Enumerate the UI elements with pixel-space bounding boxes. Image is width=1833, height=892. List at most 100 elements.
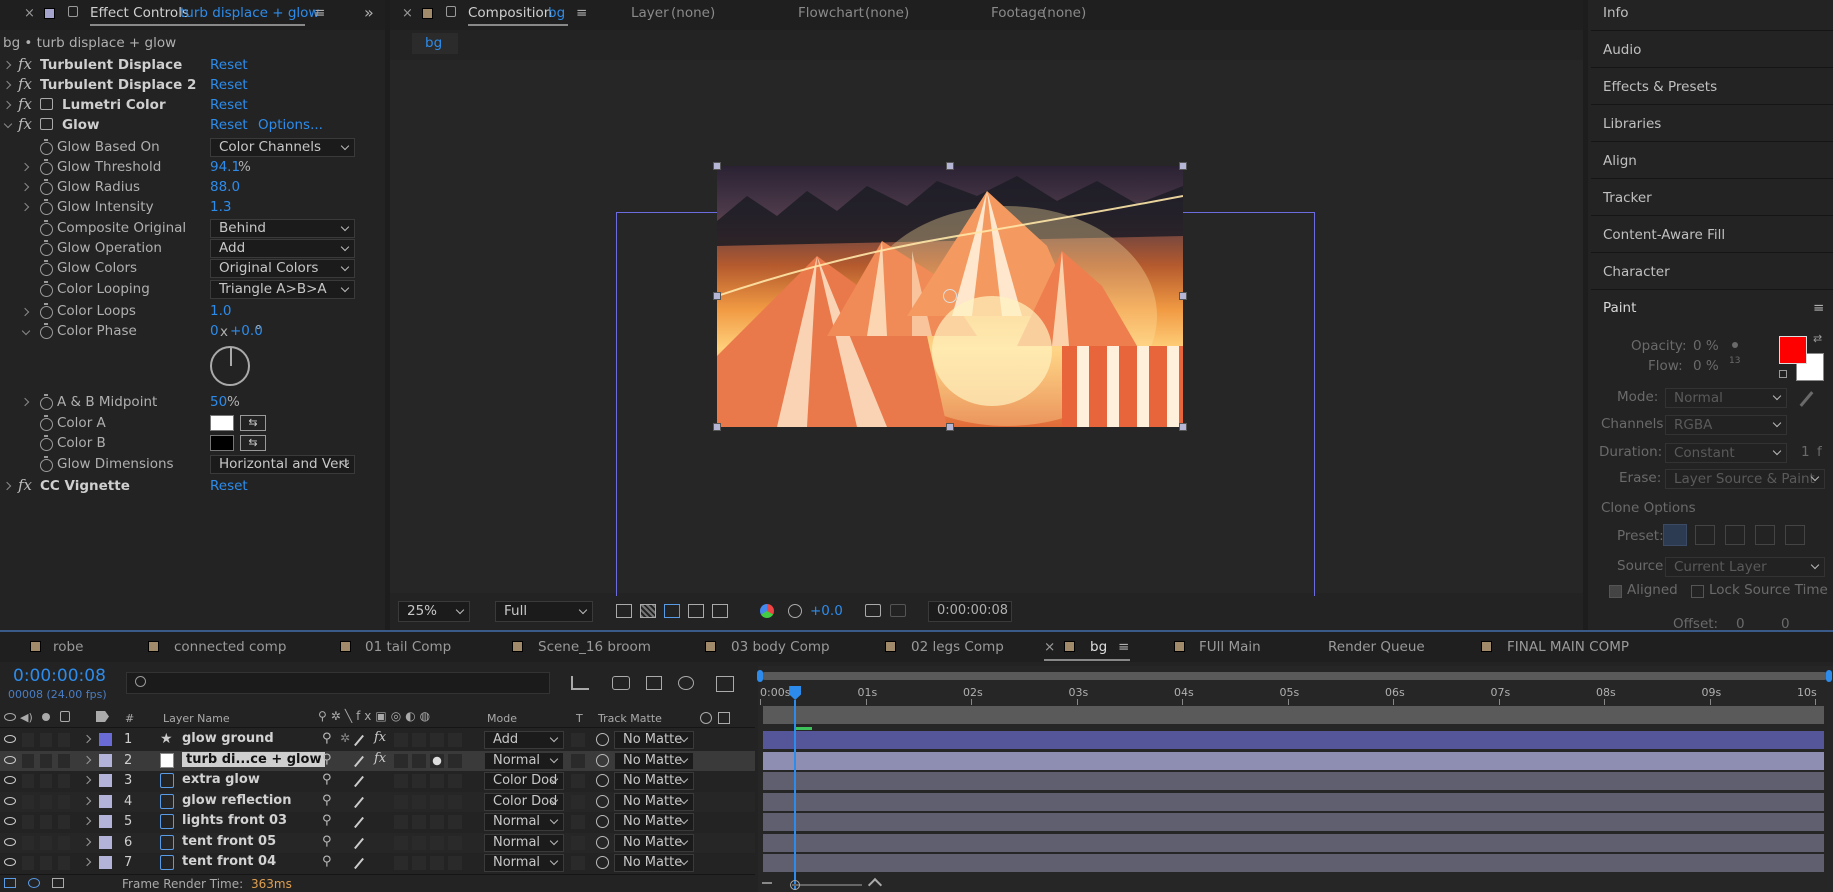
grid-icon[interactable] xyxy=(712,604,728,618)
preserve-transparency-toggle[interactable] xyxy=(571,856,585,870)
3d-layer-switch[interactable] xyxy=(448,753,462,768)
blend-mode-dropdown[interactable]: Normal xyxy=(484,854,564,872)
pick-whip-icon[interactable] xyxy=(596,835,609,849)
stopwatch-icon[interactable] xyxy=(40,240,53,256)
adjustment-switch[interactable] xyxy=(412,794,426,809)
paint-source-dropdown[interactable]: Current Layer xyxy=(1665,557,1825,577)
layer-name[interactable]: tent front 04 xyxy=(182,854,276,869)
fx-icon[interactable]: fx xyxy=(18,115,32,133)
preserve-transparency-toggle[interactable] xyxy=(571,794,585,809)
glow-threshold-value[interactable]: 94.1 xyxy=(210,159,240,175)
composite-original-dropdown[interactable]: Behind xyxy=(210,219,355,238)
blend-mode-dropdown[interactable]: Normal xyxy=(484,751,564,770)
fx-icon[interactable]: fx xyxy=(18,476,32,494)
twirl-lumetri-color[interactable] xyxy=(2,100,12,110)
motion-blur-switch[interactable] xyxy=(394,815,408,829)
panel-menu-icon[interactable]: ≡ xyxy=(1813,300,1824,316)
layer-name[interactable]: turb di...ce + glow xyxy=(182,751,326,767)
layer-duration-bar[interactable] xyxy=(763,792,1824,811)
shy-switch-icon[interactable]: ⚲ xyxy=(322,813,332,828)
shy-switch-icon[interactable]: ⚲ xyxy=(322,772,332,787)
layer-viewer-tab[interactable]: Layer xyxy=(631,5,669,21)
aligned-checkbox[interactable] xyxy=(1609,585,1622,598)
effect-lumetri-color[interactable]: Lumetri Color xyxy=(62,97,166,113)
twirl-radius[interactable] xyxy=(20,182,30,192)
zoom-slider[interactable] xyxy=(762,877,883,892)
motion-blur-switch[interactable] xyxy=(394,835,408,850)
adjustment-switch[interactable] xyxy=(412,753,426,768)
default-colors-icon[interactable] xyxy=(1779,370,1787,378)
panel-menu-icon[interactable]: ≡ xyxy=(576,5,587,21)
effect-turbulent-displace[interactable]: Turbulent Displace xyxy=(40,57,182,73)
mask-path-icon[interactable] xyxy=(664,604,680,618)
composition-tab-title[interactable]: Composition xyxy=(468,5,552,21)
render-time-icon[interactable] xyxy=(52,878,64,888)
stopwatch-icon[interactable] xyxy=(40,394,53,410)
zoom-slider-thumb[interactable] xyxy=(790,880,800,890)
layer-row[interactable]: 7 tent front 04 ⚲ Normal No Matte xyxy=(0,853,755,873)
solo-toggle[interactable] xyxy=(40,794,52,809)
track-matte-dropdown[interactable]: No Matte xyxy=(614,813,694,831)
footage-value[interactable]: (none) xyxy=(1042,5,1086,21)
fx-icon[interactable]: fx xyxy=(18,55,32,73)
stopwatch-icon[interactable] xyxy=(40,456,53,472)
solo-toggle[interactable] xyxy=(40,753,52,768)
eye-icon[interactable] xyxy=(4,735,16,743)
lock-toggle[interactable] xyxy=(58,774,70,788)
layer-label-color[interactable] xyxy=(99,794,112,808)
layer-row[interactable]: 4 glow reflection ⚲ Color Dod No Matte xyxy=(0,791,755,812)
audio-toggle[interactable] xyxy=(22,856,34,870)
eyedropper-icon[interactable]: ⇆ xyxy=(240,415,266,431)
layer-duration-bar[interactable] xyxy=(763,833,1824,852)
transform-handle[interactable] xyxy=(1179,423,1187,431)
close-icon[interactable]: × xyxy=(24,6,35,21)
reset-link[interactable]: Reset xyxy=(210,77,248,93)
exposure-value[interactable]: +0.0 xyxy=(810,603,843,619)
layer-duration-bar[interactable] xyxy=(763,751,1824,770)
stopwatch-icon[interactable] xyxy=(40,199,53,215)
layer-row[interactable]: 6 tent front 05 ⚲ Normal No Matte xyxy=(0,832,755,853)
paint-title[interactable]: Paint xyxy=(1603,300,1636,316)
pick-whip-icon[interactable] xyxy=(596,815,609,828)
3d-layer-switch[interactable] xyxy=(448,835,462,850)
blend-mode-dropdown[interactable]: Add xyxy=(484,731,564,749)
expand-switches-icon[interactable] xyxy=(4,878,16,888)
layer-name[interactable]: extra glow xyxy=(182,772,260,787)
flow-value[interactable]: 0 % xyxy=(1693,358,1719,374)
twirl-intensity[interactable] xyxy=(20,202,30,212)
glow-dimensions-dropdown[interactable]: Horizontal and Vert xyxy=(210,455,355,474)
work-area-end-handle[interactable] xyxy=(1826,670,1832,682)
pick-whip-icon[interactable] xyxy=(596,733,609,746)
adjustment-switch-icon[interactable] xyxy=(430,794,444,809)
eye-icon[interactable] xyxy=(4,817,16,825)
layer-search-input[interactable] xyxy=(126,672,550,694)
zoom-slider-track[interactable] xyxy=(792,884,862,886)
stopwatch-icon[interactable] xyxy=(40,139,53,155)
timeline-tab-01-tail-comp[interactable]: 01 tail Comp xyxy=(365,639,451,655)
glow-based-on-dropdown[interactable]: Color Channels xyxy=(210,138,355,157)
blend-mode-dropdown[interactable]: Color Dod xyxy=(484,792,564,811)
panel-tracker[interactable]: Tracker xyxy=(1603,190,1652,206)
glow-intensity-value[interactable]: 1.3 xyxy=(210,199,231,215)
layer-duration-bar[interactable] xyxy=(763,731,1824,749)
timeline-tab-robe[interactable]: robe xyxy=(53,639,83,655)
flowchart-tab[interactable]: Flowchart xyxy=(798,5,864,21)
timeline-tab-render-queue[interactable]: Render Queue xyxy=(1328,639,1425,655)
audio-toggle[interactable] xyxy=(22,774,34,788)
layer-name[interactable]: lights front 03 xyxy=(182,813,287,828)
layer-duration-bar[interactable] xyxy=(763,854,1824,872)
reset-link[interactable]: Reset xyxy=(210,478,248,494)
stopwatch-icon[interactable] xyxy=(40,220,53,236)
panel-audio[interactable]: Audio xyxy=(1603,42,1641,58)
eye-icon[interactable] xyxy=(4,837,16,846)
track-matte-dropdown[interactable]: No Matte xyxy=(614,854,694,872)
frame-blending-icon[interactable] xyxy=(678,676,694,690)
layer-row[interactable]: 5 lights front 03 ⚲ Normal No Matte xyxy=(0,812,755,832)
clone-preset-icon[interactable] xyxy=(1785,525,1805,545)
panel-menu-icon[interactable]: ≡ xyxy=(314,5,325,21)
color-phase-rev-value[interactable]: 0 xyxy=(210,323,219,339)
color-loops-value[interactable]: 1.0 xyxy=(210,303,231,319)
reset-link[interactable]: Reset xyxy=(210,57,248,73)
twirl-threshold[interactable] xyxy=(20,162,30,172)
collapse-switch-icon[interactable]: ✲ xyxy=(340,731,350,745)
